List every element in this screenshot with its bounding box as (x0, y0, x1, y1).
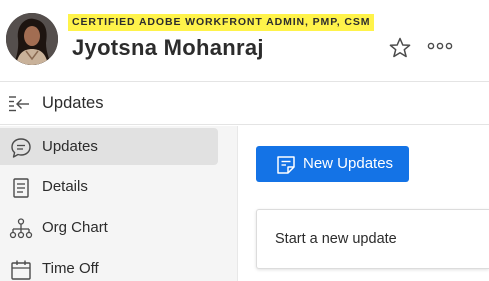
section-bar: Updates (0, 83, 489, 125)
nav-label-updates: Updates (42, 138, 98, 155)
left-nav: Updates Details Org Chart Time Off (0, 126, 238, 281)
section-title: Updates (42, 94, 104, 112)
org-chart-icon (9, 218, 33, 239)
profile-name: Jyotsna Mohanraj (72, 35, 264, 60)
nav-item-time-off[interactable]: Time Off (0, 250, 218, 281)
calendar-icon (11, 260, 31, 280)
nav-label-org-chart: Org Chart (42, 219, 108, 236)
favorite-button[interactable] (388, 36, 412, 60)
more-icon (427, 42, 453, 50)
nav-item-updates[interactable]: Updates (0, 128, 218, 165)
note-icon (277, 156, 295, 174)
avatar (6, 13, 58, 65)
nav-label-details: Details (42, 178, 88, 195)
new-update-input[interactable]: Start a new update (256, 209, 489, 269)
new-updates-button[interactable]: New Updates (256, 146, 409, 182)
nav-item-org-chart[interactable]: Org Chart (0, 209, 218, 246)
chat-bubble-icon (11, 138, 31, 158)
new-updates-label: New Updates (303, 155, 394, 172)
profile-subtitle: CERTIFIED ADOBE WORKFRONT ADMIN, PMP, CS… (68, 14, 375, 31)
more-options-button[interactable] (426, 37, 454, 55)
new-update-placeholder: Start a new update (275, 231, 397, 247)
nav-item-details[interactable]: Details (0, 168, 218, 205)
document-icon (13, 178, 29, 198)
collapse-left-icon[interactable] (8, 95, 30, 113)
profile-header: CERTIFIED ADOBE WORKFRONT ADMIN, PMP, CS… (0, 0, 489, 82)
star-icon (389, 37, 411, 58)
nav-label-time-off: Time Off (42, 260, 99, 277)
